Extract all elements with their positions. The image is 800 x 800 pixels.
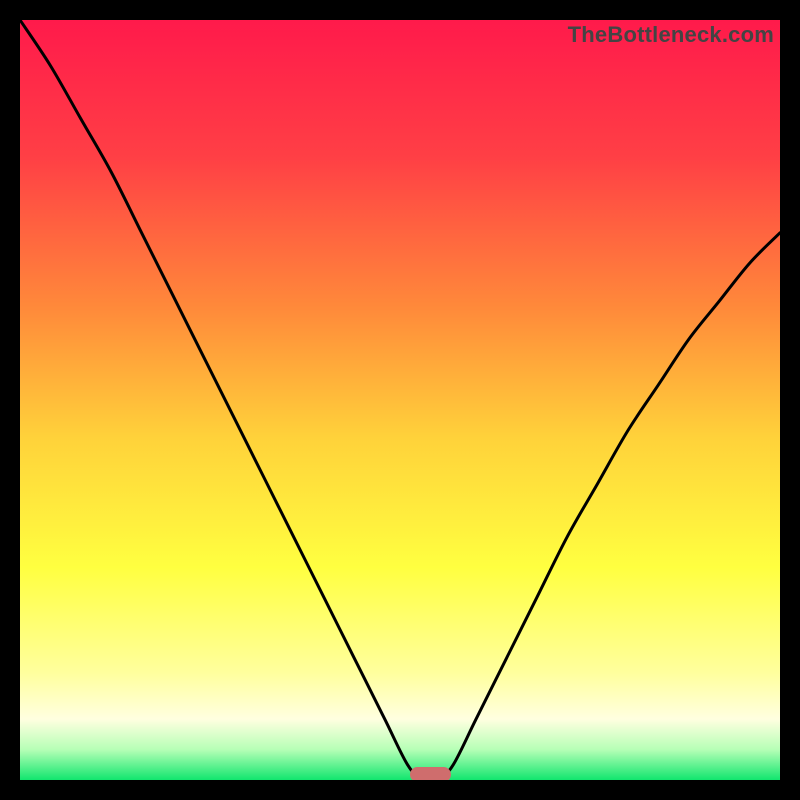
- optimum-marker: [410, 767, 452, 780]
- chart-frame: TheBottleneck.com: [0, 0, 800, 800]
- bottleneck-curve: [20, 20, 780, 780]
- plot-area: TheBottleneck.com: [20, 20, 780, 780]
- watermark-text: TheBottleneck.com: [568, 22, 774, 48]
